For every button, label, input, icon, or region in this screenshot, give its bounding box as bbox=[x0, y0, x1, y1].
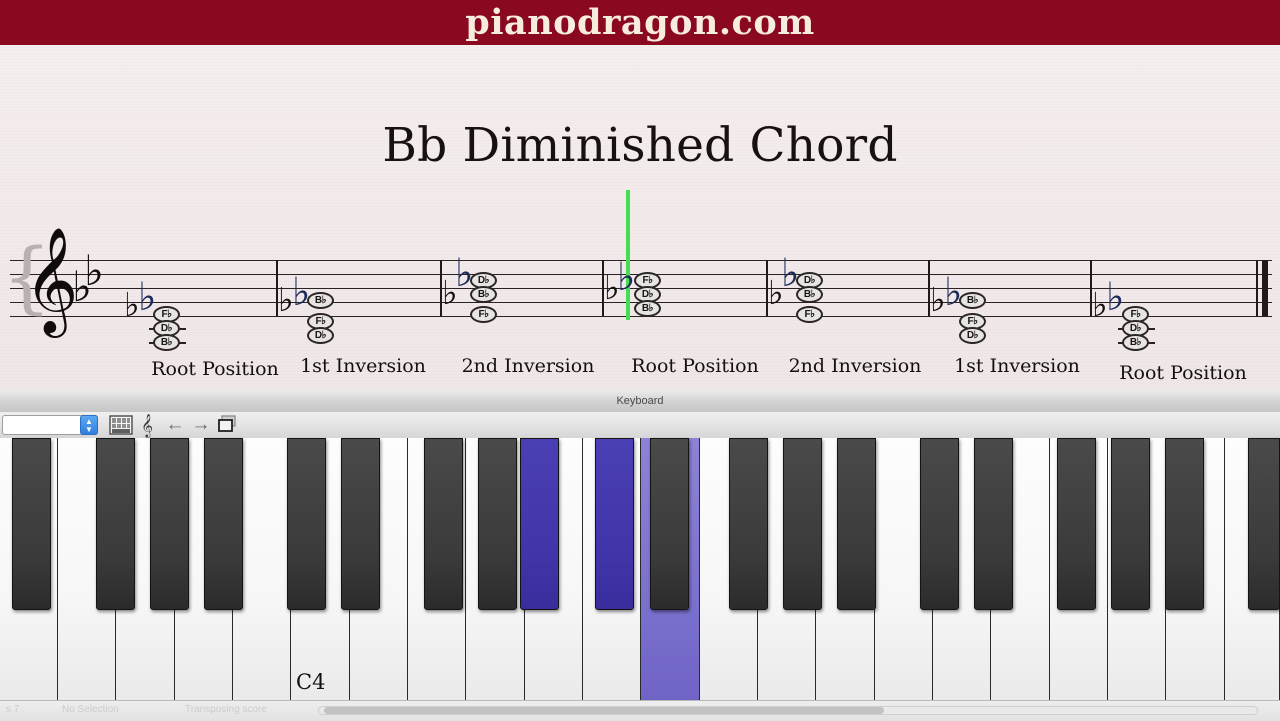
accidental-flat-icon: ♭ bbox=[292, 270, 311, 315]
music-staff: { 𝄞 ♭ ♭ ♭ ♭ F♭ D♭ B♭ Root Position ♭ ♭ B… bbox=[0, 190, 1280, 390]
end-barline bbox=[1262, 260, 1268, 316]
black-key[interactable] bbox=[729, 438, 768, 610]
piano-keyboard[interactable]: C4 bbox=[0, 438, 1280, 700]
black-key[interactable] bbox=[974, 438, 1013, 610]
keyboard-titlebar[interactable]: Keyboard bbox=[0, 390, 1280, 413]
black-key[interactable] bbox=[478, 438, 517, 610]
notehead: B♭ bbox=[959, 292, 986, 309]
site-banner-text: pianodragon.com bbox=[465, 2, 815, 43]
scrollbar-thumb[interactable] bbox=[324, 707, 884, 714]
black-key[interactable] bbox=[341, 438, 380, 610]
status-transpose: Transposing score bbox=[185, 704, 267, 715]
black-key[interactable] bbox=[650, 438, 689, 610]
black-key[interactable] bbox=[1111, 438, 1150, 610]
black-key[interactable] bbox=[1248, 438, 1280, 610]
black-key[interactable] bbox=[1057, 438, 1096, 610]
notehead: B♭ bbox=[634, 300, 661, 317]
app-root: pianodragon.com Bb Diminished Chord { 𝄞 … bbox=[0, 0, 1280, 721]
black-key[interactable] bbox=[783, 438, 822, 610]
window-title: Keyboard bbox=[616, 395, 664, 407]
black-key[interactable] bbox=[287, 438, 326, 610]
accidental-flat-icon: ♭ bbox=[455, 251, 474, 296]
notehead: D♭ bbox=[959, 327, 986, 344]
black-key[interactable] bbox=[837, 438, 876, 610]
black-key-highlighted[interactable] bbox=[595, 438, 634, 610]
score-panel: Bb Diminished Chord { 𝄞 ♭ ♭ ♭ ♭ F♭ D♭ B♭… bbox=[0, 45, 1280, 390]
clef-icon[interactable]: 𝄞 bbox=[140, 414, 154, 436]
page-title: Bb Diminished Chord bbox=[382, 118, 898, 173]
black-key[interactable] bbox=[96, 438, 135, 610]
notehead: F♭ bbox=[796, 306, 823, 323]
black-key[interactable] bbox=[1165, 438, 1204, 610]
arrow-left-icon[interactable]: ← bbox=[164, 414, 186, 436]
staff-line bbox=[10, 260, 1272, 261]
notehead: B♭ bbox=[153, 334, 180, 351]
status-selection: No Selection bbox=[62, 704, 119, 715]
black-key[interactable] bbox=[920, 438, 959, 610]
notehead: D♭ bbox=[307, 327, 334, 344]
keyboard-window: Keyboard ▲ ▼ 𝄞 ← → C4 s 7 No Selection T… bbox=[0, 390, 1280, 721]
black-key[interactable] bbox=[424, 438, 463, 610]
black-key-highlighted[interactable] bbox=[520, 438, 559, 610]
notehead: B♭ bbox=[307, 292, 334, 309]
stacked-windows-icon[interactable] bbox=[216, 414, 240, 436]
status-left: s 7 bbox=[6, 704, 20, 715]
key-label-c4: C4 bbox=[296, 670, 326, 694]
keyboard-grid-icon[interactable] bbox=[109, 414, 133, 436]
status-bar: s 7 No Selection Transposing score bbox=[0, 700, 1280, 721]
treble-clef-icon: 𝄞 bbox=[24, 226, 79, 333]
black-key[interactable] bbox=[150, 438, 189, 610]
notehead: B♭ bbox=[796, 286, 823, 303]
up-down-stepper-icon[interactable]: ▲ ▼ bbox=[80, 415, 98, 435]
black-key[interactable] bbox=[204, 438, 243, 610]
accidental-flat-icon: ♭ bbox=[617, 255, 636, 300]
keyboard-toolbar: ▲ ▼ 𝄞 ← → bbox=[0, 412, 1280, 439]
accidental-flat-icon: ♭ bbox=[944, 270, 963, 315]
key-signature-flat-icon: ♭ bbox=[84, 246, 104, 295]
black-key[interactable] bbox=[12, 438, 51, 610]
accidental-flat-icon: ♭ bbox=[781, 251, 800, 296]
end-barline bbox=[1256, 260, 1258, 316]
notehead: B♭ bbox=[470, 286, 497, 303]
site-banner: pianodragon.com bbox=[0, 0, 1280, 45]
arrow-right-icon[interactable]: → bbox=[190, 414, 212, 436]
notehead: B♭ bbox=[1122, 334, 1149, 351]
chord-label: Root Position bbox=[1119, 362, 1247, 384]
notehead: F♭ bbox=[470, 306, 497, 323]
